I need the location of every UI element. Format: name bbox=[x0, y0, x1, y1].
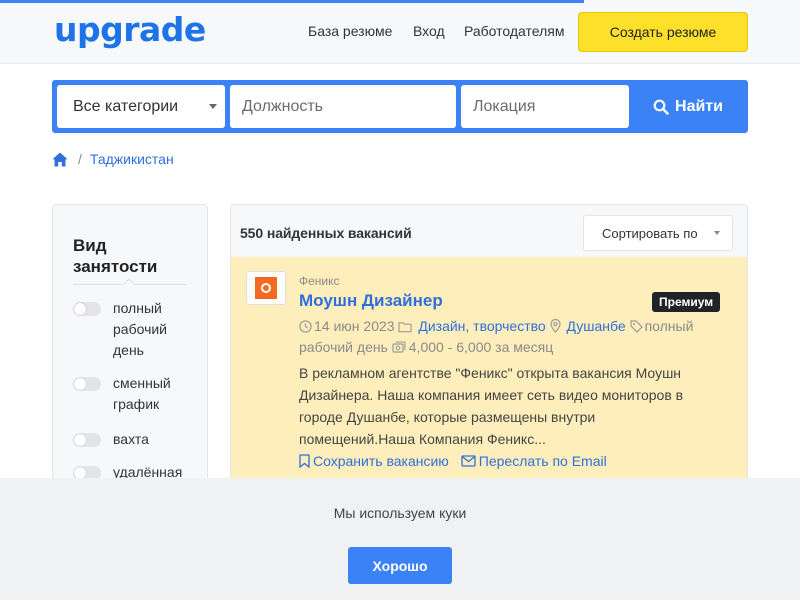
find-button[interactable]: Найти bbox=[632, 85, 744, 128]
bookmark-icon bbox=[299, 454, 310, 468]
search-icon bbox=[653, 99, 669, 115]
location-input[interactable]: Локация bbox=[461, 85, 629, 128]
position-input[interactable]: Должность bbox=[230, 85, 456, 128]
email-job-label: Переслать по Email bbox=[478, 453, 607, 469]
cookie-text: Мы используем куки bbox=[333, 505, 467, 521]
results-count: 550 найденных вакансий bbox=[240, 225, 412, 241]
site-logo[interactable]: upgrade bbox=[54, 10, 206, 49]
results-panel: 550 найденных вакансий Сортировать по Фе… bbox=[230, 204, 748, 494]
chevron-down-icon bbox=[714, 231, 720, 235]
job-description: В рекламном агентстве "Феникс" открыта в… bbox=[299, 365, 684, 447]
breadcrumb-item-country[interactable]: Таджикистан bbox=[90, 151, 174, 167]
filter-title: Вид занятости bbox=[73, 236, 158, 276]
tag-icon bbox=[629, 320, 643, 333]
job-meta: 14 июн 2023 Дизайн, творчество Душанбе п… bbox=[299, 316, 719, 358]
category-select[interactable]: Все категории bbox=[57, 85, 225, 128]
breadcrumb-separator: / bbox=[78, 151, 82, 167]
company-name: Феникс bbox=[299, 274, 340, 288]
find-button-label: Найти bbox=[675, 97, 723, 115]
job-salary: 4,000 - 6,000 за месяц bbox=[408, 339, 554, 355]
chevron-down-icon bbox=[209, 104, 217, 109]
nav-resume-base[interactable]: База резюме bbox=[308, 23, 392, 39]
folder-icon bbox=[398, 322, 413, 333]
job-card: Феникс Моушн Дизайнер Премиум 14 июн 202… bbox=[231, 257, 747, 493]
filter-option-rotation[interactable]: вахта bbox=[73, 431, 189, 450]
job-title-link[interactable]: Моушн Дизайнер bbox=[299, 291, 443, 311]
clock-icon bbox=[299, 320, 312, 333]
save-job-label: Сохранить вакансию bbox=[313, 453, 449, 469]
job-actions: Сохранить вакансию Переслать по Email bbox=[299, 453, 607, 469]
home-icon[interactable] bbox=[52, 152, 68, 167]
save-job-button[interactable]: Сохранить вакансию bbox=[299, 453, 449, 469]
filter-divider bbox=[73, 278, 187, 290]
sort-select-label: Сортировать по bbox=[602, 225, 698, 241]
filter-option-label: полный рабочий день bbox=[113, 300, 168, 358]
nav-employers[interactable]: Работодателям bbox=[464, 23, 565, 39]
toggle-switch[interactable] bbox=[73, 433, 101, 447]
company-logo[interactable] bbox=[246, 271, 286, 305]
filter-option-full-day[interactable]: полный рабочий день bbox=[73, 300, 189, 361]
filter-sidebar: Вид занятости полный рабочий день сменны… bbox=[52, 204, 208, 494]
category-select-value: Все категории bbox=[73, 97, 179, 115]
nav-login[interactable]: Вход bbox=[413, 23, 445, 39]
site-header: upgrade База резюме Вход Работодателям С… bbox=[0, 0, 800, 64]
job-city-link[interactable]: Душанбе bbox=[566, 318, 625, 334]
map-marker-icon bbox=[549, 319, 561, 333]
filter-option-label: вахта bbox=[113, 431, 149, 447]
filter-option-shift[interactable]: сменный график bbox=[73, 375, 189, 415]
search-bar: Все категории Должность Локация Найти bbox=[52, 80, 748, 133]
money-icon bbox=[392, 341, 406, 353]
toggle-switch[interactable] bbox=[73, 302, 101, 316]
job-date: 14 июн 2023 bbox=[314, 318, 395, 334]
email-job-button[interactable]: Переслать по Email bbox=[461, 453, 607, 469]
create-resume-button[interactable]: Создать резюме bbox=[578, 12, 748, 52]
sort-select[interactable]: Сортировать по bbox=[583, 215, 733, 251]
cookie-banner: Мы используем куки Хорошо bbox=[0, 478, 800, 600]
cookie-ok-button[interactable]: Хорошо bbox=[348, 547, 452, 584]
job-category-link[interactable]: Дизайн, творчество bbox=[418, 318, 545, 334]
toggle-switch[interactable] bbox=[73, 377, 101, 391]
page-loading-bar-overlay bbox=[0, 0, 584, 3]
premium-badge: Премиум bbox=[652, 292, 721, 312]
envelope-icon bbox=[461, 455, 476, 467]
filter-option-label: сменный график bbox=[113, 375, 171, 412]
breadcrumb: / Таджикистан bbox=[52, 151, 174, 167]
